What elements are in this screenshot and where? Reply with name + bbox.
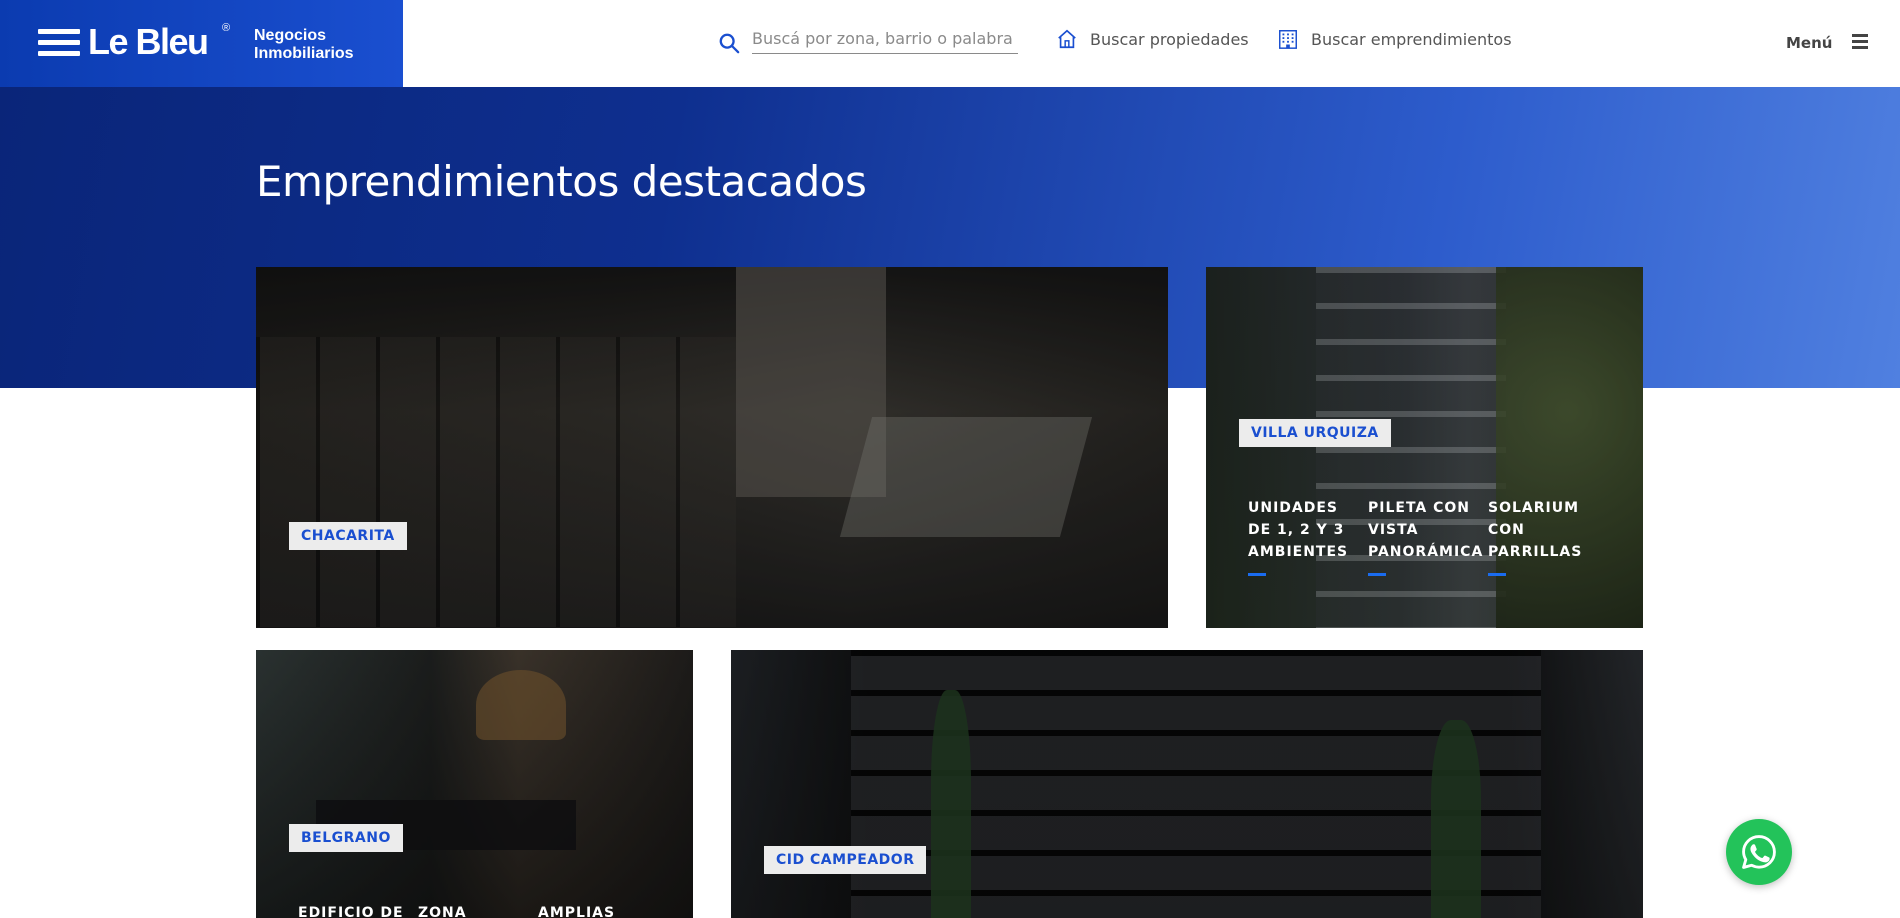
project-card-cid-campeador[interactable]: CID CAMPEADOR bbox=[731, 650, 1643, 918]
logo-lines-icon bbox=[38, 29, 80, 57]
registered-mark: ® bbox=[222, 22, 231, 34]
tagline-line-2: Inmobiliarios bbox=[254, 45, 354, 62]
feature-item: EDIFICIO DE bbox=[298, 902, 406, 918]
location-badge: BELGRANO bbox=[289, 824, 403, 852]
feature-underline bbox=[1488, 573, 1506, 576]
search-input[interactable] bbox=[752, 24, 1018, 54]
feature-underline bbox=[1368, 573, 1386, 576]
hamburger-icon bbox=[1852, 34, 1869, 52]
nav-buscar-emprendimientos[interactable]: Buscar emprendimientos bbox=[1277, 28, 1512, 50]
feature-item: SOLARIUM CON PARRILLAS bbox=[1488, 497, 1596, 576]
feature-item: AMPLIAS bbox=[538, 902, 646, 918]
location-badge: CHACARITA bbox=[289, 522, 407, 550]
feature-list: UNIDADES DE 1, 2 Y 3 AMBIENTES PILETA CO… bbox=[1248, 497, 1596, 576]
project-card-chacarita[interactable]: CHACARITA bbox=[256, 267, 1168, 628]
nav-buscar-propiedades[interactable]: Buscar propiedades bbox=[1056, 28, 1249, 50]
image-overlay bbox=[731, 650, 1643, 918]
logo-tagline: Negocios Inmobiliarios bbox=[254, 27, 354, 63]
feature-item: PILETA CON VISTA PANORÁMICA bbox=[1368, 497, 1482, 576]
feature-item: ZONA bbox=[418, 902, 526, 918]
location-badge: CID CAMPEADOR bbox=[764, 846, 927, 874]
nav-label: Buscar propiedades bbox=[1090, 29, 1249, 49]
feature-item: UNIDADES DE 1, 2 Y 3 AMBIENTES bbox=[1248, 497, 1356, 576]
project-card-belgrano[interactable]: BELGRANO EDIFICIO DE ZONA AMPLIAS bbox=[256, 650, 693, 918]
whatsapp-icon bbox=[1742, 835, 1776, 869]
feature-text: PILETA CON VISTA PANORÁMICA bbox=[1368, 500, 1484, 560]
search-icon[interactable] bbox=[718, 32, 740, 54]
tagline-line-1: Negocios bbox=[254, 27, 327, 44]
feature-list: EDIFICIO DE ZONA AMPLIAS bbox=[298, 902, 646, 918]
feature-text: ZONA bbox=[418, 905, 467, 918]
feature-text: SOLARIUM CON PARRILLAS bbox=[1488, 500, 1583, 560]
image-overlay bbox=[256, 650, 693, 918]
project-card-villa-urquiza[interactable]: VILLA URQUIZA UNIDADES DE 1, 2 Y 3 AMBIE… bbox=[1206, 267, 1643, 628]
menu-button[interactable]: Menú bbox=[1786, 34, 1869, 52]
feature-text: AMPLIAS bbox=[538, 905, 616, 918]
page-title: Emprendimientos destacados bbox=[256, 157, 867, 206]
search-bar bbox=[718, 24, 1018, 54]
location-badge: VILLA URQUIZA bbox=[1239, 419, 1391, 447]
house-icon bbox=[1058, 29, 1076, 49]
logo-wordmark: Le Bleu bbox=[88, 21, 209, 62]
feature-underline bbox=[1248, 573, 1266, 576]
building-icon bbox=[1279, 30, 1297, 49]
feature-text: EDIFICIO DE bbox=[298, 905, 404, 918]
image-overlay bbox=[256, 267, 1168, 628]
feature-text: UNIDADES DE 1, 2 Y 3 AMBIENTES bbox=[1248, 500, 1349, 560]
nav-label: Buscar emprendimientos bbox=[1311, 29, 1512, 49]
whatsapp-button[interactable] bbox=[1726, 819, 1792, 885]
site-header: Le Bleu ® Negocios Inmobiliarios Buscar … bbox=[0, 0, 1900, 87]
menu-label: Menú bbox=[1786, 34, 1833, 52]
logo[interactable]: Le Bleu ® Negocios Inmobiliarios bbox=[0, 0, 403, 87]
